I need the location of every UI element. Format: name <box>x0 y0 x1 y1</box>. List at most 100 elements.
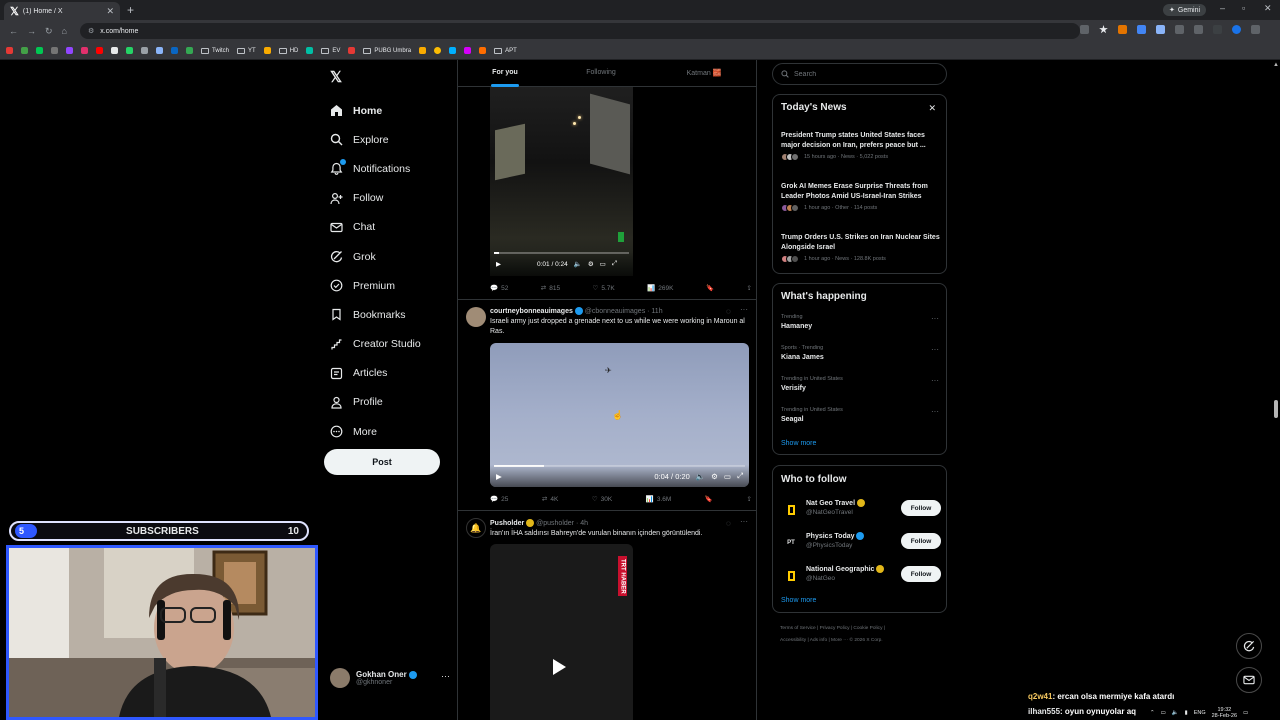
trend-item[interactable]: Sports · Trending Kiana James ··· <box>781 345 941 361</box>
bookmark-folder-apt[interactable]: APT <box>494 47 517 54</box>
x-bookmark-icon[interactable] <box>111 47 118 54</box>
account-switcher[interactable]: Gokhan Oner @gkhnoner ··· <box>330 665 450 691</box>
more-dots-icon[interactable]: ··· <box>740 517 748 526</box>
views-button[interactable]: 📊 269K <box>647 284 673 293</box>
site-info-icon[interactable]: ⚙ <box>88 27 94 35</box>
bookmark-icon[interactable] <box>36 47 43 54</box>
bookmark-star-icon[interactable] <box>1099 25 1108 34</box>
linkedin-icon[interactable] <box>171 47 178 54</box>
play-icon[interactable]: ▶ <box>496 472 502 481</box>
bookmark-folder-ev[interactable]: EV <box>321 47 340 54</box>
gemini-button[interactable]: ✦ Gemini <box>1163 4 1207 16</box>
nav-profile[interactable]: Profile <box>330 388 421 417</box>
settings-icon[interactable]: ⚙ <box>588 260 594 268</box>
grok-explain-icon[interactable]: ◌ <box>726 519 731 528</box>
author-handle[interactable]: @cbonneauimages <box>585 308 645 315</box>
whatsapp-icon[interactable] <box>126 47 133 54</box>
tab-following[interactable]: Following <box>586 69 616 76</box>
search-box[interactable] <box>772 63 947 85</box>
views-button[interactable]: 📊 3.6M <box>646 495 672 504</box>
notification-center-icon[interactable]: ▭ <box>1243 710 1248 716</box>
trend-item[interactable]: Trending in United States Verisify ··· <box>781 376 941 392</box>
follow-button[interactable]: Follow <box>901 566 941 582</box>
browser-tab[interactable]: 𝕏 (1) Home / X ✕ <box>4 2 120 20</box>
more-dots-icon[interactable]: ··· <box>931 314 939 323</box>
nav-bookmarks[interactable]: Bookmarks <box>330 300 421 329</box>
network-icon[interactable]: ▭ <box>1161 710 1166 716</box>
bookmark-icon[interactable] <box>21 47 28 54</box>
cast-icon[interactable] <box>1080 25 1089 34</box>
scroll-thumb[interactable] <box>1274 400 1278 418</box>
nav-articles[interactable]: Articles <box>330 359 421 388</box>
author-name[interactable]: courtneybonneauimages <box>490 308 573 315</box>
trend-item[interactable]: Trending Hamaney ··· <box>781 314 941 330</box>
tray-chevron-icon[interactable]: ⌃ <box>1150 710 1155 716</box>
extension-icon[interactable] <box>1137 25 1146 34</box>
repost-button[interactable]: ⇄ 815 <box>541 284 560 293</box>
author-name[interactable]: Pusholder <box>490 520 524 527</box>
extension-icon[interactable] <box>1156 25 1165 34</box>
bookmark-folder-pubg[interactable]: PUBG Umbra <box>363 47 411 54</box>
footer-link[interactable]: Ads info <box>810 638 827 643</box>
more-dots-icon[interactable]: ··· <box>740 305 748 314</box>
repost-button[interactable]: ⇄ 4K <box>542 495 558 504</box>
more-dots-icon[interactable]: ··· <box>441 671 450 681</box>
play-icon[interactable] <box>553 659 566 675</box>
trend-item[interactable]: Trending in United States Seagal ··· <box>781 407 941 423</box>
page-scrollbar[interactable]: ▲ <box>1272 60 1280 720</box>
bookmark-icon[interactable] <box>306 47 314 54</box>
nav-creator-studio[interactable]: Creator Studio <box>330 330 421 359</box>
follow-button[interactable]: Follow <box>901 533 941 549</box>
bookmark-icon[interactable] <box>449 47 457 54</box>
settings-icon[interactable]: ⚙ <box>711 472 718 481</box>
speaker-icon[interactable]: 🔈 <box>1172 710 1179 716</box>
nav-explore[interactable]: Explore <box>330 125 421 154</box>
reload-icon[interactable]: ↻ <box>45 26 53 37</box>
play-icon[interactable]: ▶ <box>496 260 501 268</box>
footer-link[interactable]: Accessibility <box>780 638 806 643</box>
bookmark-post-button[interactable]: 🔖 <box>705 495 713 503</box>
footer-link[interactable]: Terms of Service <box>780 626 816 631</box>
bookmark-icon[interactable] <box>6 47 13 54</box>
reply-button[interactable]: 💬 25 <box>490 495 508 504</box>
share-button[interactable]: ⇪ <box>746 284 751 292</box>
x-logo-icon[interactable]: 𝕏 <box>330 68 342 86</box>
post-age[interactable]: · 11h <box>647 308 662 315</box>
instagram-icon[interactable] <box>81 47 88 54</box>
nav-follow[interactable]: Follow <box>330 184 421 213</box>
extension-icon[interactable] <box>1118 25 1127 34</box>
footer-link[interactable]: Privacy Policy <box>820 626 850 631</box>
video-player[interactable]: ▶ 0:01 / 0:24 🔈 ⚙ ▭ ⤢ <box>490 87 633 276</box>
show-more-link[interactable]: Show more <box>781 597 816 604</box>
pip-icon[interactable]: ▭ <box>600 260 606 268</box>
nav-premium[interactable]: Premium <box>330 271 421 300</box>
twitch-icon[interactable] <box>66 47 73 54</box>
close-tab-icon[interactable]: ✕ <box>106 6 114 17</box>
video-player[interactable]: TRT HABER <box>490 544 633 720</box>
footer-link[interactable]: More ··· <box>831 638 848 643</box>
news-item[interactable]: Trump Orders U.S. Strikes on Iran Nuclea… <box>781 233 943 263</box>
author-handle[interactable]: @pusholder <box>536 520 574 527</box>
scroll-up-icon[interactable]: ▲ <box>1273 62 1279 68</box>
bookmark-icon[interactable] <box>141 47 148 54</box>
youtube-icon[interactable] <box>96 47 103 54</box>
follow-suggestion[interactable]: National Geographic @NatGeo Follow <box>781 562 941 586</box>
like-button[interactable]: ♡ 5.7K <box>593 284 615 293</box>
bookmark-folder-yt[interactable]: YT <box>237 47 256 54</box>
post-button[interactable]: Post <box>324 449 440 475</box>
close-window-icon[interactable]: ✕ <box>1264 3 1272 14</box>
more-dots-icon[interactable]: ··· <box>931 345 939 354</box>
tab-katman[interactable]: Katman 🧱 <box>687 69 722 77</box>
more-dots-icon[interactable]: ··· <box>931 407 939 416</box>
address-bar[interactable]: ⚙ x.com/home <box>80 23 1080 39</box>
nav-notifications[interactable]: Notifications <box>330 154 421 183</box>
bookmark-icon[interactable] <box>186 47 193 54</box>
home-browser-icon[interactable]: ⌂ <box>62 26 67 36</box>
bookmark-icon[interactable] <box>348 47 356 54</box>
minimize-icon[interactable]: – <box>1220 3 1225 13</box>
more-dots-icon[interactable]: ··· <box>931 376 939 385</box>
fullscreen-icon[interactable]: ⤢ <box>612 260 617 268</box>
news-item[interactable]: Grok AI Memes Erase Surprise Threats fro… <box>781 182 943 212</box>
clock[interactable]: 19:32 28-Feb-26 <box>1212 707 1237 719</box>
bookmark-icon[interactable] <box>479 47 487 54</box>
